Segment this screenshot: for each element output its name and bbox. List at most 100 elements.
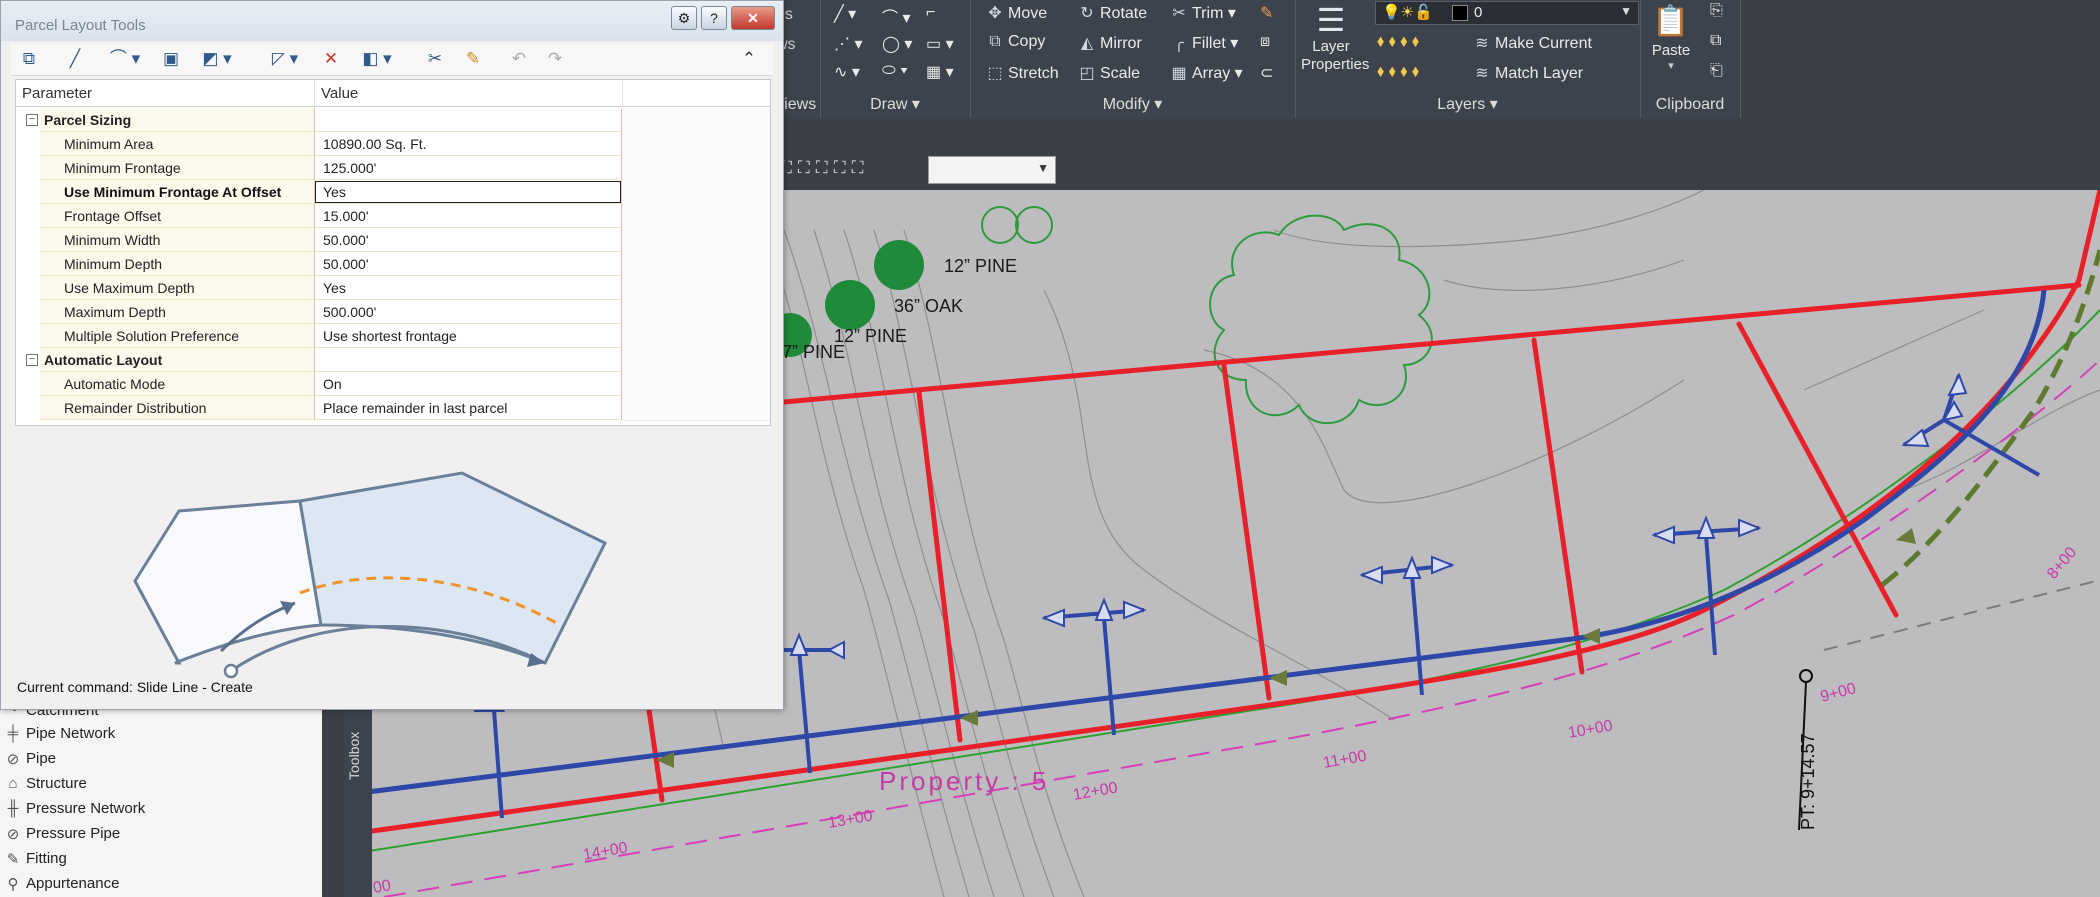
collapse-icon[interactable]: ⌃ [735,47,763,71]
circle-tool-icon[interactable]: ◯ ▾ [882,34,912,54]
param-row-minimum-frontage[interactable]: Minimum Frontage 125.000' [16,156,770,181]
row-spacer [622,324,770,349]
toolbox-item-fitting[interactable]: ✎ Fitting [0,846,67,871]
undo-icon[interactable]: ↶ [505,47,533,71]
collapse-toggle-icon[interactable]: − [26,114,38,126]
dialog-toolbar: ⧉ ╱ ⌒ ▾ ▣ ◩ ▾ ◸ ▾ ✕ ◧ ▾ ✂ ✎ ↶ ↷ ⌃ [11,43,773,76]
param-row-multiple-solution-preference[interactable]: Multiple Solution Preference Use shortes… [16,324,770,349]
param-value[interactable]: Use shortest frontage [314,324,622,348]
hatch-tool-icon[interactable]: ▦ ▾ [926,62,954,82]
curve-line-icon[interactable]: ⌒ ▾ [103,47,147,71]
cut-icon[interactable]: ⎘ [1710,2,1723,20]
scale-dropdown[interactable]: ▼ [928,156,1056,184]
edit-parcel-icon[interactable]: ✎ [459,47,487,71]
param-label: Frontage Offset [40,204,314,228]
param-row-minimum-depth[interactable]: Minimum Depth 50.000' [16,252,770,277]
param-value[interactable]: 500.000' [314,300,622,324]
copy-button[interactable]: ⧉ Copy [986,33,1045,51]
zoom-tools-icon[interactable]: ⛶⛶⛶⛶⛶ [780,158,870,178]
move-button[interactable]: ✥ Move [986,3,1047,23]
dissolve-pi-icon[interactable]: ✂ [421,47,449,71]
param-value[interactable]: On [314,372,622,396]
rectangle-tool-icon[interactable]: ▭ ▾ [926,34,954,54]
parcel-union-icon[interactable]: ◧ ▾ [355,47,399,71]
param-row-remainder-distribution[interactable]: Remainder Distribution Place remainder i… [16,396,770,421]
layer-dropdown[interactable]: 💡☀🔓 0 ▼ [1375,1,1639,25]
ellipse-tool-icon[interactable]: ⬭ ▾ [882,62,908,80]
polyline-tool-icon[interactable]: ⌐ [926,4,935,22]
layers-panel-title[interactable]: Layers ▾ [1295,94,1640,114]
close-icon[interactable]: ✕ [731,6,775,30]
trim-button[interactable]: ✂ Trim ▾ [1170,3,1236,23]
copy-base-icon[interactable]: ⎗ [1710,62,1723,80]
param-row-maximum-depth[interactable]: Maximum Depth 500.000' [16,300,770,325]
param-row-automatic-mode[interactable]: Automatic Mode On [16,372,770,397]
slide-line-icon[interactable]: ╱ [61,47,89,71]
dialog-titlebar[interactable]: Parcel Layout Tools ⚙ ? ✕ [1,1,783,41]
toolbox-item-pipe[interactable]: ⊘ Pipe [0,746,56,771]
toolbox-item-appurtenance[interactable]: ⚲ Appurtenance [0,871,120,896]
param-row-minimum-width[interactable]: Minimum Width 50.000' [16,228,770,253]
value-column-header[interactable]: Value [314,80,622,107]
settings-icon[interactable]: ⚙ [671,6,697,30]
param-value[interactable]: Yes [314,276,622,300]
param-row-frontage-offset[interactable]: Frontage Offset 15.000' [16,204,770,229]
layer-tools-row-2[interactable]: ⬧ ⬧ ⬧ ⬧ [1377,63,1419,81]
paste-button[interactable]: 📋 Paste ▾ [1646,2,1696,72]
param-value-selected[interactable]: Yes [314,180,622,204]
chevron-down-icon: ▼ [1037,161,1049,175]
spline-tool-icon[interactable]: ∿ ▾ [834,62,860,82]
mirror-button[interactable]: ◭ Mirror [1078,33,1142,53]
erase-icon[interactable]: ✎ [1260,3,1273,23]
swing-line-icon[interactable]: ◩ ▾ [195,47,239,71]
toolbox-item-structure[interactable]: ⌂ Structure [0,771,86,796]
offset-icon[interactable]: ⊂ [1260,63,1273,83]
line-tool-icon[interactable]: ╱ ▾ [834,4,856,24]
toolbox-tab-strip[interactable]: Toolbox [344,700,372,897]
modify-panel-title[interactable]: Modify ▾ [970,94,1295,114]
category-row-parcel-sizing[interactable]: − Parcel Sizing [16,108,770,133]
polygon-tool-icon[interactable]: ⋰ ▾ [834,34,862,54]
param-value[interactable]: 50.000' [314,252,622,276]
fillet-button[interactable]: ╭ Fillet ▾ [1170,33,1238,53]
param-value[interactable]: 15.000' [314,204,622,228]
parcel-create-icon[interactable]: ⧉ [15,47,43,71]
redo-icon[interactable]: ↷ [541,47,569,71]
pipe-icon: ⊘ [6,750,20,768]
param-row-minimum-area[interactable]: Minimum Area 10890.00 Sq. Ft. [16,132,770,157]
layer-tools-row-1[interactable]: ⬧ ⬧ ⬧ ⬧ [1377,33,1419,51]
row-spacer [622,276,770,301]
draw-panel-title[interactable]: Draw ▾ [820,94,970,114]
param-row-use-minimum-frontage-at-offset[interactable]: Use Minimum Frontage At Offset Yes [16,180,770,205]
layer-properties-button[interactable]: ☰ Layer Properties [1301,2,1369,74]
param-label: Minimum Frontage [40,156,314,180]
scale-button[interactable]: ◰ Scale [1078,63,1140,83]
rotate-icon: ↻ [1080,5,1094,22]
param-value[interactable]: 125.000' [314,156,622,180]
rotate-button[interactable]: ↻ Rotate [1078,3,1147,23]
trim-icon: ✂ [1172,5,1186,22]
category-row-automatic-layout[interactable]: − Automatic Layout [16,348,770,373]
explode-icon[interactable]: ⧈ [1260,33,1270,51]
collapse-toggle-icon[interactable]: − [26,354,38,366]
paste-icon: 📋 [1652,5,1690,38]
make-current-button[interactable]: ≋ Make Current [1473,33,1592,53]
param-value[interactable]: Place remainder in last parcel [314,396,622,420]
toolbox-item-pipe-network[interactable]: ╪ Pipe Network [0,721,116,746]
add-pi-icon[interactable]: ◸ ▾ [263,47,307,71]
arc-tool-icon[interactable]: ⌒ ▾ [882,4,910,28]
match-layer-button[interactable]: ≋ Match Layer [1473,63,1583,83]
parameter-column-header[interactable]: Parameter [16,80,314,107]
free-form-icon[interactable]: ▣ [157,47,185,71]
copy-clip-icon[interactable]: ⧉ [1710,32,1721,50]
array-button[interactable]: ▦ Array ▾ [1170,63,1242,83]
stretch-button[interactable]: ⬚ Stretch [986,63,1058,83]
parcel-layout-tools-dialog: Parcel Layout Tools ⚙ ? ✕ ⧉ ╱ ⌒ ▾ ▣ ◩ ▾ … [0,0,784,710]
delete-sub-entity-icon[interactable]: ✕ [317,47,345,71]
toolbox-item-pressure-pipe[interactable]: ⊘ Pressure Pipe [0,821,121,846]
param-value[interactable]: 10890.00 Sq. Ft. [314,132,622,156]
toolbox-item-pressure-network[interactable]: ╫ Pressure Network [0,796,146,821]
param-value[interactable]: 50.000' [314,228,622,252]
help-icon[interactable]: ? [701,6,727,30]
param-row-use-maximum-depth[interactable]: Use Maximum Depth Yes [16,276,770,301]
